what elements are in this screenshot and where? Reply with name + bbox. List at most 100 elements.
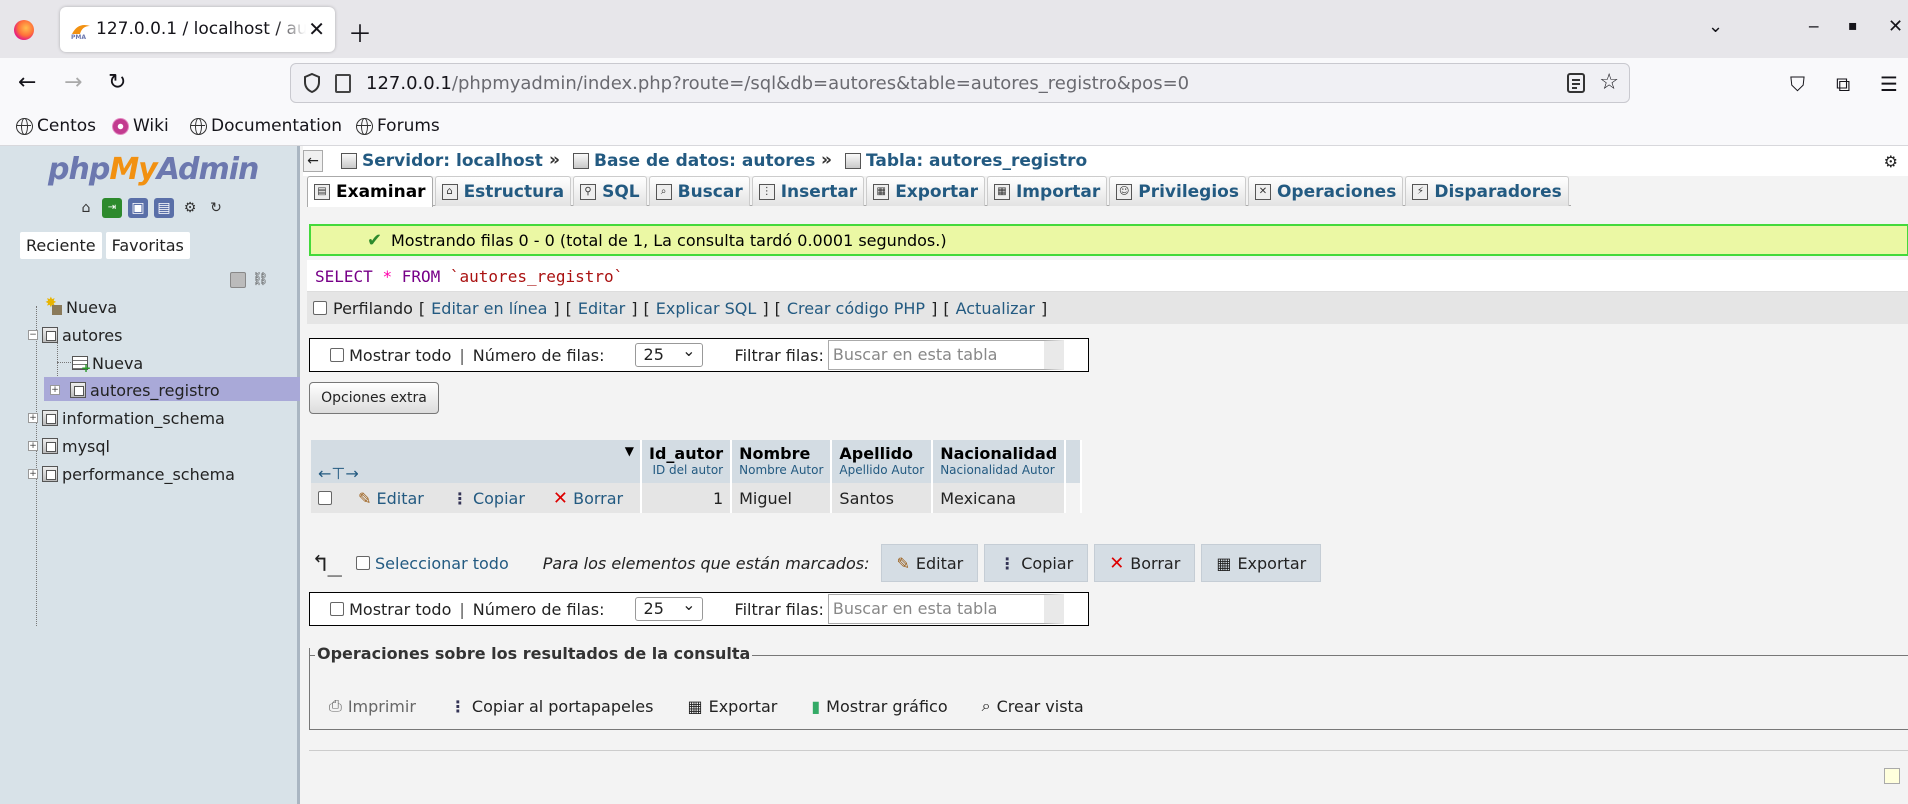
tab-insert[interactable]: ⋮ Insertar <box>751 176 865 206</box>
select-all-checkbox[interactable] <box>355 556 370 570</box>
filter-rows-input[interactable]: Buscar en esta tabla <box>827 594 1064 624</box>
breadcrumb-server[interactable]: Servidor: localhost <box>341 151 543 171</box>
sort-dropdown-icon[interactable]: ▼ <box>625 444 634 458</box>
gear-icon[interactable]: ⚙ <box>180 198 200 218</box>
expand-icon[interactable]: + <box>50 385 60 395</box>
settings-gear-icon[interactable]: ⚙ <box>1884 152 1898 171</box>
filter-rows-input[interactable]: Buscar en esta tabla <box>827 340 1064 370</box>
reload-icon[interactable]: ↻ <box>108 70 126 95</box>
profiling-checkbox[interactable] <box>313 301 327 315</box>
rows-per-page-select[interactable]: 25 <box>634 340 703 367</box>
tab-sql[interactable]: ⚲ SQL <box>573 176 647 206</box>
pocket-icon[interactable]: ⛉ <box>1790 72 1805 96</box>
sql-query-display[interactable]: SELECT * FROM `autores_registro` <box>307 260 1908 292</box>
rows-per-page-select[interactable]: 25 <box>634 594 703 621</box>
breadcrumb-database[interactable]: Base de datos: autores <box>573 151 815 171</box>
minimize-icon[interactable]: ‒ <box>1808 16 1819 37</box>
tree-item-autores[interactable]: − autores <box>28 324 122 346</box>
bulk-edit-button[interactable]: ✎ Editar <box>881 544 979 582</box>
forward-icon[interactable]: → <box>64 70 82 95</box>
cell-nacionalidad[interactable]: Mexicana <box>932 483 1067 513</box>
exit-icon[interactable]: ⇥ <box>102 198 122 218</box>
show-all-checkbox[interactable] <box>330 602 344 616</box>
row-checkbox[interactable] <box>318 491 332 505</box>
documentation-icon[interactable]: ▤ <box>154 198 174 218</box>
url-bar[interactable]: 127.0.0.1/phpmyadmin/index.php?route=/sq… <box>290 63 1630 103</box>
toggle-navigation-icon[interactable]: ← <box>303 150 323 172</box>
tab-triggers[interactable]: ⚡ Disparadores <box>1405 176 1569 206</box>
tab-browse[interactable]: ▤ Examinar <box>307 176 433 207</box>
breadcrumb-table[interactable]: Tabla: autores_registro <box>845 151 1087 171</box>
bulk-export-button[interactable]: ▦ Exportar <box>1201 544 1322 582</box>
show-all-checkbox[interactable] <box>330 348 344 362</box>
link-with-main-icon[interactable]: ⛓ <box>252 272 270 287</box>
create-php-code-link[interactable]: Crear código PHP <box>787 299 925 318</box>
phpmyadmin-logo[interactable]: phpMyAdmin <box>48 152 259 187</box>
browser-tab-active[interactable]: PMA 127.0.0.1 / localhost / autores_regi… <box>60 7 335 52</box>
export-link[interactable]: ▦ Exportar <box>687 696 777 716</box>
bulk-copy-button[interactable]: ⋮ Copiar <box>984 544 1089 582</box>
tab-import[interactable]: ▦ Importar <box>986 176 1108 206</box>
edit-query-link[interactable]: Editar <box>578 299 625 318</box>
row-edit-link[interactable]: ✎ Editar <box>358 489 424 508</box>
query-window-icon[interactable]: ▣ <box>128 198 148 218</box>
tree-item-mysql[interactable]: + mysql <box>28 435 110 457</box>
column-resize-arrows-icon[interactable]: ←⊤→ <box>318 464 633 483</box>
collapse-all-icon[interactable] <box>230 272 246 288</box>
list-tabs-icon[interactable]: ⌄ <box>1708 16 1723 37</box>
extra-options-button[interactable]: Opciones extra <box>309 382 439 414</box>
bookmark-documentation[interactable]: Documentation <box>190 116 342 136</box>
row-delete-link[interactable]: ✕ Borrar <box>553 488 623 509</box>
tree-item-performance-schema[interactable]: + performance_schema <box>28 463 235 485</box>
bulk-delete-button[interactable]: ✕ Borrar <box>1094 544 1196 582</box>
reload-navigation-icon[interactable]: ↻ <box>206 198 226 218</box>
new-tab-icon[interactable]: ＋ <box>348 14 372 49</box>
url-text[interactable]: 127.0.0.1/phpmyadmin/index.php?route=/sq… <box>366 73 1189 94</box>
back-icon[interactable]: ← <box>18 70 36 95</box>
refresh-link[interactable]: Actualizar <box>956 299 1035 318</box>
console-icon[interactable] <box>1884 768 1900 784</box>
tree-item-autores-registro[interactable]: + autores_registro <box>50 379 220 401</box>
expand-icon[interactable]: + <box>28 441 38 451</box>
print-link[interactable]: ⎙ Imprimir <box>329 696 416 716</box>
tree-item-new-database[interactable]: Nueva <box>45 295 117 318</box>
reader-view-icon[interactable] <box>1567 73 1585 93</box>
shield-icon[interactable] <box>303 73 321 93</box>
cell-apellido[interactable]: Santos <box>831 483 934 513</box>
favorites-tab[interactable]: Favoritas <box>105 232 190 259</box>
tab-export[interactable]: ▦ Exportar <box>866 176 985 206</box>
column-header-nombre[interactable]: Nombre Nombre Autor <box>731 440 833 483</box>
close-tab-icon[interactable]: ✕ <box>308 17 325 41</box>
tree-item-new-table[interactable]: Nueva <box>72 352 143 375</box>
select-all-link[interactable]: Seleccionar todo <box>375 554 509 573</box>
menu-icon[interactable]: ☰ <box>1880 72 1898 96</box>
collapse-icon[interactable]: − <box>28 330 38 340</box>
page-info-icon[interactable] <box>335 74 351 93</box>
expand-icon[interactable]: + <box>28 413 38 423</box>
bookmark-centos[interactable]: Centos <box>16 116 96 136</box>
row-copy-link[interactable]: ⋮ Copiar <box>452 489 525 508</box>
tab-search[interactable]: ⌕ Buscar <box>648 176 750 206</box>
firefox-menu-icon[interactable] <box>14 20 34 40</box>
cell-nombre[interactable]: Miguel <box>731 483 833 513</box>
create-view-link[interactable]: ⌕ Crear vista <box>982 696 1084 716</box>
maximize-icon[interactable]: ▪ <box>1848 18 1858 34</box>
tree-item-information-schema[interactable]: + information_schema <box>28 407 225 429</box>
tab-operations[interactable]: ✕ Operaciones <box>1247 176 1404 206</box>
home-icon[interactable]: ⌂ <box>76 198 96 218</box>
tab-structure[interactable]: ⌂ Estructura <box>434 176 572 206</box>
show-chart-link[interactable]: ▮ Mostrar gráfico <box>811 696 947 716</box>
expand-icon[interactable]: + <box>28 469 38 479</box>
explain-sql-link[interactable]: Explicar SQL <box>656 299 757 318</box>
column-header-apellido[interactable]: Apellido Apellido Autor <box>831 440 934 483</box>
extensions-icon[interactable]: ⧉ <box>1836 72 1850 96</box>
bookmark-wiki[interactable]: Wiki <box>112 116 169 136</box>
bookmark-forums[interactable]: Forums <box>356 116 440 136</box>
copy-to-clipboard-link[interactable]: ⋮ Copiar al portapapeles <box>450 696 654 716</box>
column-header-nacionalidad[interactable]: Nacionalidad Nacionalidad Autor <box>932 440 1067 483</box>
cell-id-autor[interactable]: 1 <box>641 483 733 513</box>
edit-inline-link[interactable]: Editar en línea <box>431 299 547 318</box>
bookmark-star-icon[interactable]: ☆ <box>1599 70 1619 95</box>
recent-tab[interactable]: Reciente <box>20 232 102 259</box>
tab-privileges[interactable]: ☺ Privilegios <box>1109 176 1246 206</box>
